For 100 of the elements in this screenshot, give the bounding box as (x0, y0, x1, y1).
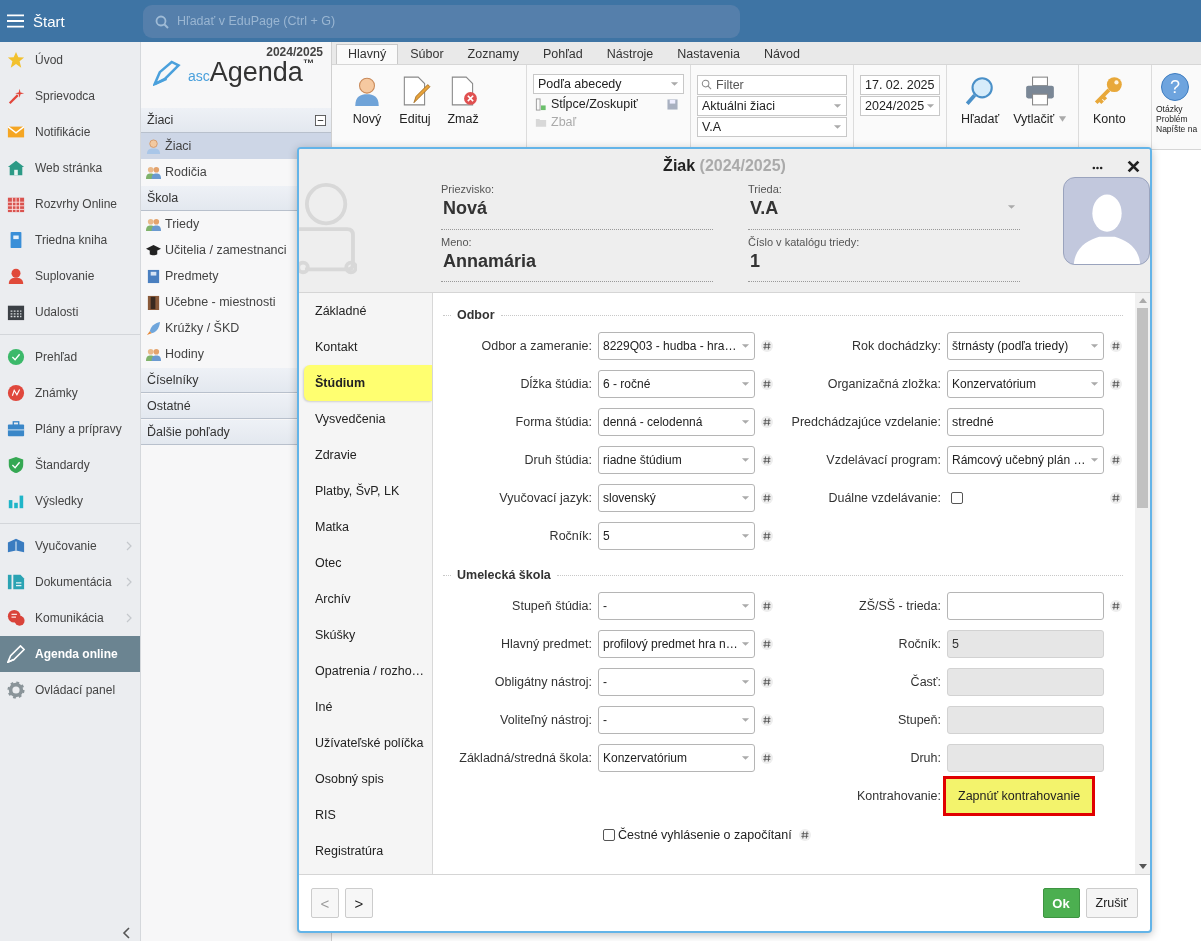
sidebar-item[interactable]: Dokumentácia (0, 564, 140, 600)
dropdown[interactable]: - (598, 668, 755, 696)
menu-icon[interactable] (7, 14, 24, 28)
dialog-tab[interactable]: Matka (304, 509, 432, 545)
checkbox[interactable] (951, 492, 963, 504)
field-value[interactable]: 1 (748, 247, 760, 272)
arrow-down-icon[interactable] (1138, 864, 1147, 869)
section-header[interactable]: Žiaci (141, 108, 331, 133)
sidebar-item[interactable]: Úvod (0, 42, 140, 78)
help-text[interactable]: Napíšte na (1156, 124, 1198, 134)
dialog-tab[interactable]: Otec (304, 545, 432, 581)
sidebar-item[interactable]: Známky (0, 375, 140, 411)
dropdown[interactable]: riadne štúdium (598, 446, 755, 474)
sidebar-item[interactable]: Rozvrhy Online (0, 186, 140, 222)
sidebar-item[interactable]: Web stránka (0, 150, 140, 186)
sidebar-item[interactable]: Notifikácie (0, 114, 140, 150)
edit-button[interactable]: Edituj (397, 73, 433, 129)
dropdown[interactable]: profilový predmet hra n… (598, 630, 755, 658)
hash-icon[interactable] (761, 638, 773, 650)
next-button[interactable]: > (345, 888, 373, 918)
text-field[interactable] (947, 592, 1104, 620)
field-value[interactable]: Annamária (441, 247, 537, 272)
hash-icon[interactable] (1110, 378, 1122, 390)
delete-button[interactable]: Zmaž (445, 73, 481, 129)
hash-icon[interactable] (761, 600, 773, 612)
dropdown[interactable]: slovenský (598, 484, 755, 512)
scrollbar[interactable] (1135, 293, 1150, 874)
help-text[interactable]: Problém (1156, 114, 1188, 124)
hash-icon[interactable] (798, 829, 811, 841)
dialog-tab[interactable]: Archív (304, 581, 432, 617)
more-icon[interactable] (1092, 166, 1103, 170)
date-field[interactable]: 17. 02. 2025 (860, 75, 940, 95)
list-item[interactable]: Učitelia / zamestnanci (141, 237, 331, 263)
list-item[interactable]: Rodičia (141, 159, 331, 185)
field-value[interactable]: Nová (441, 195, 487, 219)
hash-icon[interactable] (761, 454, 773, 466)
columns-button[interactable]: Stĺpce/Zoskupiť (533, 96, 640, 112)
hash-icon[interactable] (761, 340, 773, 352)
ribbon-tab[interactable]: Návod (751, 44, 812, 64)
dropdown[interactable]: denná - celodenná (598, 408, 755, 436)
dropdown[interactable]: 6 - ročné (598, 370, 755, 398)
hash-icon[interactable] (761, 676, 773, 688)
ribbon-tab[interactable]: Súbor (398, 44, 456, 64)
dialog-tab[interactable]: Iné (304, 689, 432, 725)
sidebar-item[interactable]: Výsledky (0, 483, 140, 519)
sidebar-item[interactable]: Plány a prípravy (0, 411, 140, 447)
dropdown[interactable]: 5 (598, 522, 755, 550)
chevron-left-icon[interactable] (122, 927, 130, 939)
print-button[interactable]: Vytlačiť (1011, 73, 1070, 129)
sidebar-item[interactable]: Sprievodca (0, 78, 140, 114)
student-filter-dropdown[interactable]: Aktuálni žiaci (697, 96, 847, 116)
dialog-tab[interactable]: Štúdium (304, 365, 432, 401)
help-text[interactable]: Otázky (1156, 104, 1183, 114)
dialog-tab[interactable]: Osobný spis (304, 761, 432, 797)
dialog-tab[interactable]: Registratúra (304, 833, 432, 869)
hash-icon[interactable] (761, 378, 773, 390)
new-button[interactable]: Nový (349, 73, 385, 129)
dialog-tab[interactable]: Skúšky (304, 617, 432, 653)
search-button[interactable]: Hľadať (959, 73, 1002, 129)
search-field[interactable]: Hľadať v EduPage (Ctrl + G) (143, 4, 740, 38)
list-item[interactable]: Triedy (141, 211, 331, 237)
start-label[interactable]: Štart (33, 12, 65, 30)
hash-icon[interactable] (1110, 340, 1122, 352)
sidebar-item[interactable]: Prehľad (0, 339, 140, 375)
checkbox[interactable] (603, 829, 615, 841)
hash-icon[interactable] (761, 530, 773, 542)
hash-icon[interactable] (1110, 600, 1122, 612)
text-field[interactable]: stredné (947, 408, 1104, 436)
filter-field[interactable]: Filter (697, 75, 847, 95)
enable-button[interactable]: Zapnúť kontrahovanie (943, 776, 1096, 816)
dropdown[interactable]: - (598, 592, 755, 620)
account-button[interactable]: Konto (1091, 73, 1128, 129)
sidebar-item[interactable]: Komunikácia (0, 600, 140, 636)
collapse-icon[interactable] (315, 114, 326, 126)
hash-icon[interactable] (1110, 454, 1122, 466)
ribbon-tab[interactable]: Nástroje (594, 44, 666, 64)
sidebar-item[interactable]: Vyučovanie (0, 528, 140, 564)
hash-icon[interactable] (761, 714, 773, 726)
close-icon[interactable] (1127, 160, 1140, 173)
year-dropdown[interactable]: 2024/2025 (860, 96, 940, 116)
ribbon-tab[interactable]: Hlavný (336, 44, 399, 64)
dialog-tab[interactable]: Platby, ŠvP, LK (304, 473, 432, 509)
dialog-tab[interactable]: Užívateľské políčka (304, 725, 432, 761)
hash-icon[interactable] (761, 752, 773, 764)
dropdown[interactable]: Konzervatórium (947, 370, 1104, 398)
hash-icon[interactable] (761, 492, 773, 504)
dialog-tab[interactable]: Opatrenia / rozho… (304, 653, 432, 689)
dropdown[interactable]: štrnásty (podľa triedy) (947, 332, 1104, 360)
sidebar-item[interactable]: Štandardy (0, 447, 140, 483)
dialog-tab[interactable]: RIS (304, 797, 432, 833)
cancel-button[interactable]: Zrušiť (1085, 888, 1138, 918)
sidebar-item[interactable]: Ovládací panel (0, 672, 140, 708)
ribbon-tab[interactable]: Zoznamy (455, 44, 531, 64)
ribbon-tab[interactable]: Pohľad (531, 44, 595, 64)
hash-icon[interactable] (761, 416, 773, 428)
ribbon-tab[interactable]: Nastavenia (665, 44, 752, 64)
sidebar-item[interactable]: Suplovanie (0, 258, 140, 294)
sidebar-item[interactable]: Triedna kniha (0, 222, 140, 258)
hash-icon[interactable] (1110, 492, 1122, 504)
sort-dropdown[interactable]: Podľa abecedy (533, 74, 684, 94)
